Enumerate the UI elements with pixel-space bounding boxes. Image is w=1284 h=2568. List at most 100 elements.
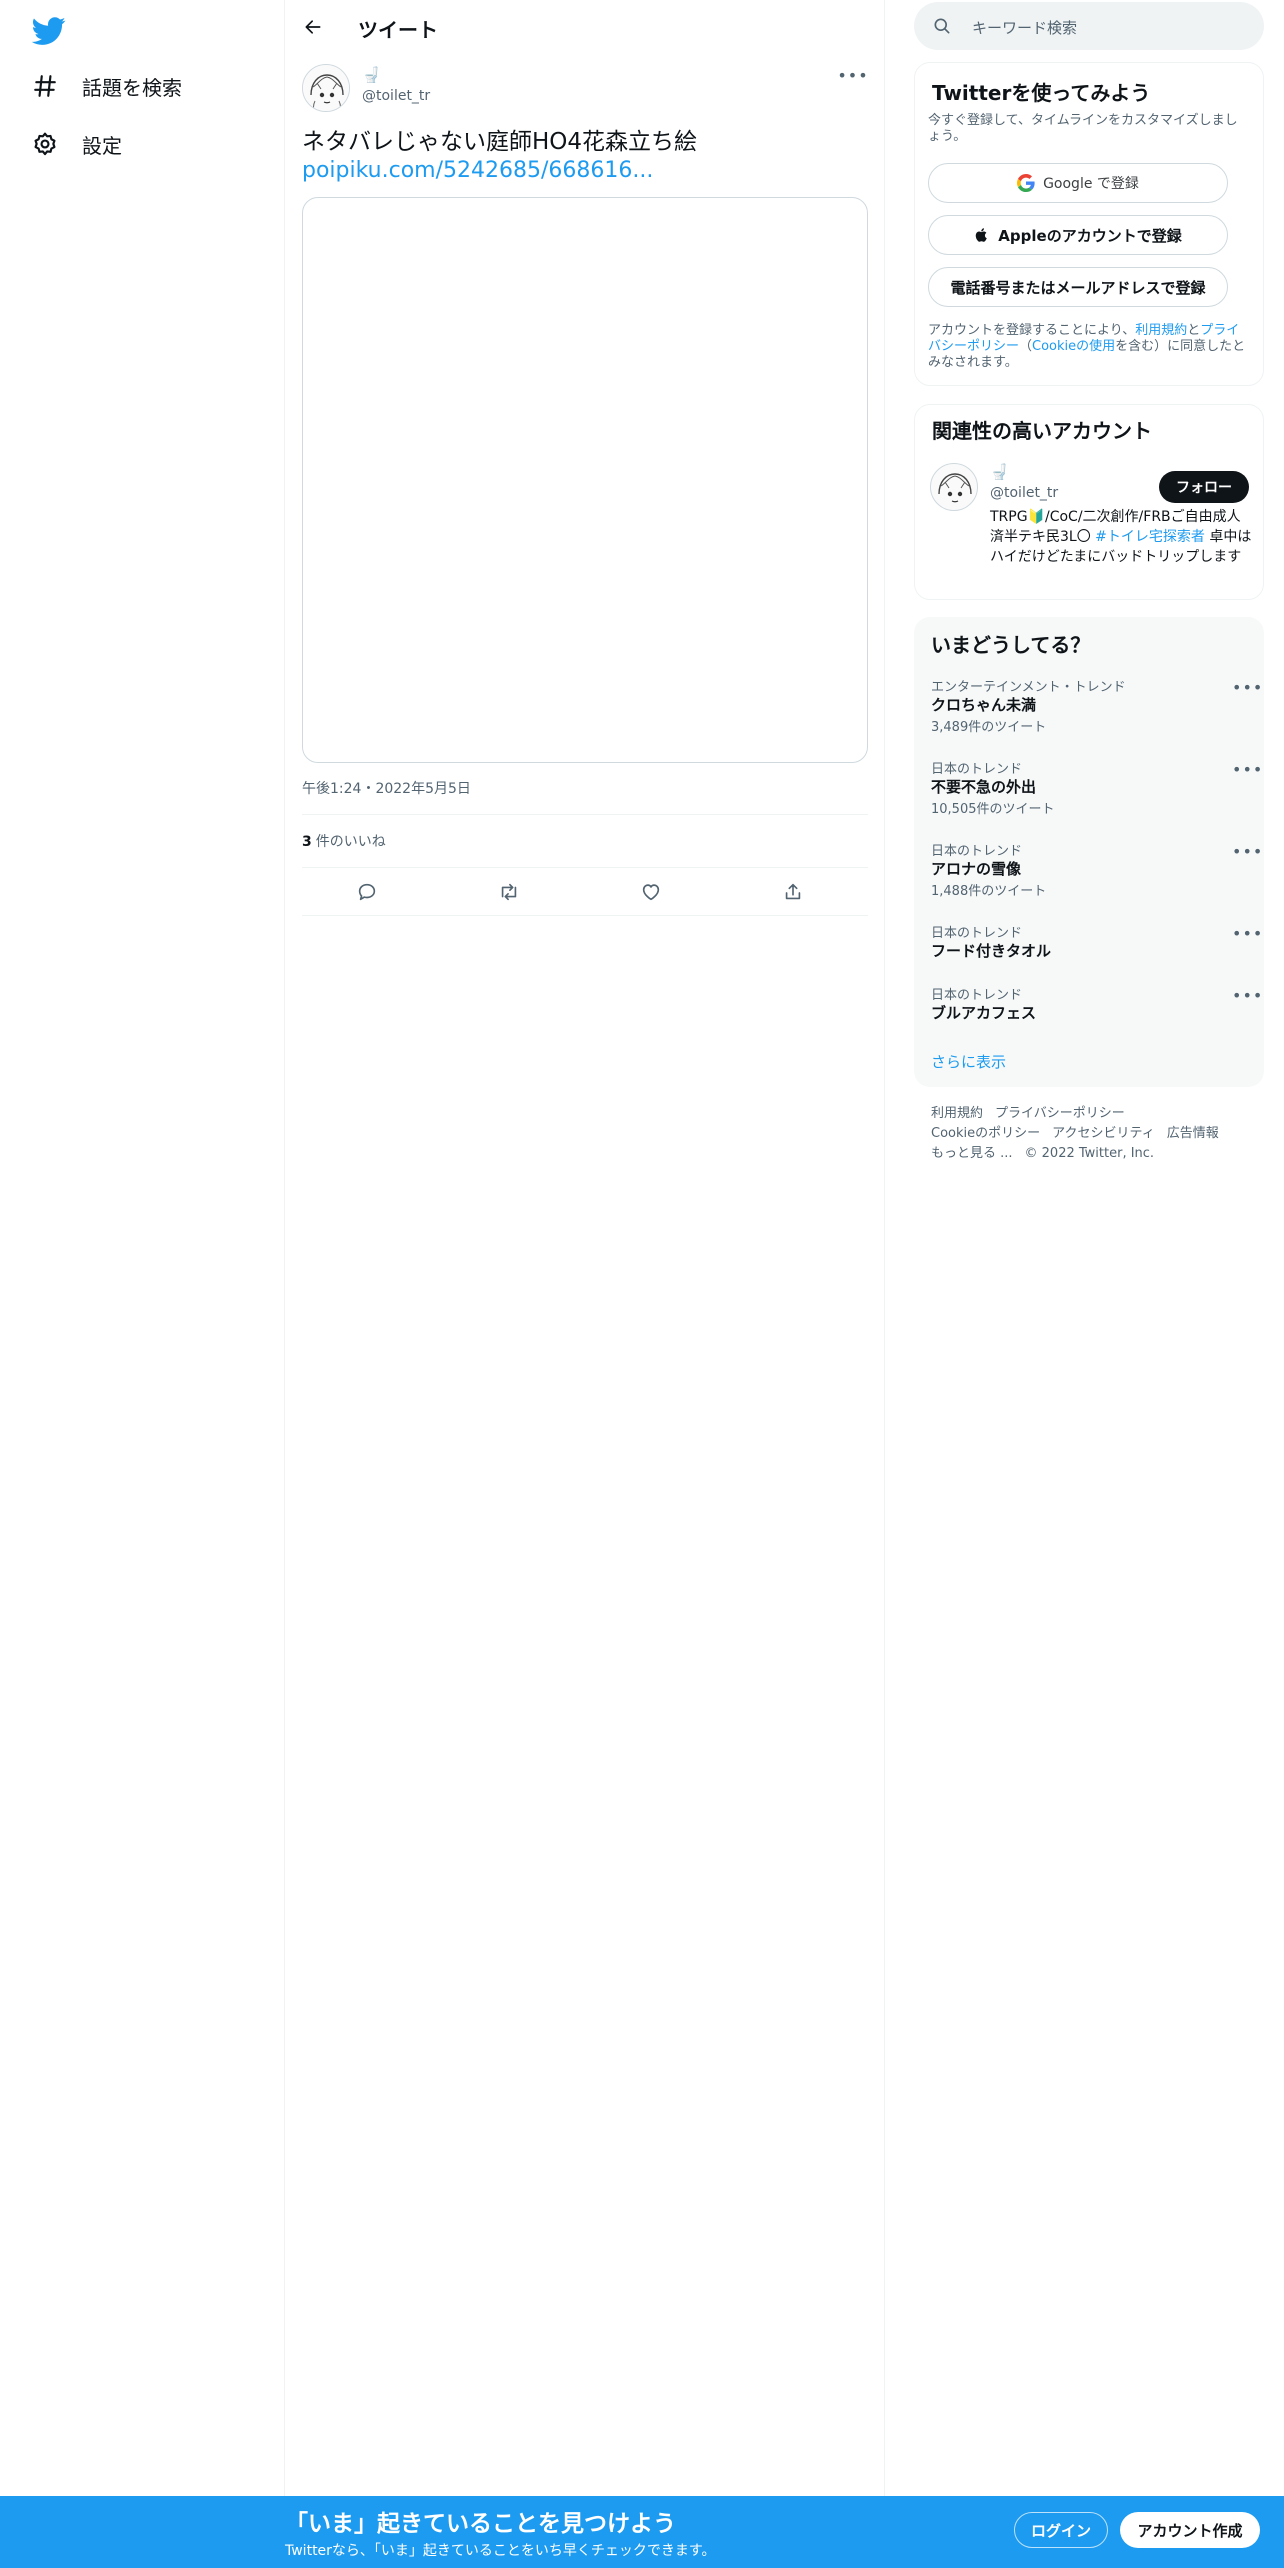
divider: [302, 867, 868, 868]
trend-more-icon[interactable]: •••: [1232, 842, 1263, 861]
related-bio: TRPG🔰/CoC/二次創作/FRBご自由成人済半テキ民3L〇 #トイレ宅探索者…: [990, 507, 1252, 567]
signup-card-title: Twitterを使ってみよう: [932, 81, 1151, 105]
avatar-illustration-icon: [938, 473, 972, 503]
hashtag-icon: [34, 75, 56, 97]
share-button[interactable]: [776, 876, 810, 908]
retweet-button[interactable]: [492, 876, 526, 908]
trend-item[interactable]: 日本のトレンド 不要不急の外出 10,505件のツイート •••: [914, 758, 1264, 828]
related-handle[interactable]: @toilet_tr: [990, 485, 1058, 501]
tweet-text: ネタバレじゃない庭師HO4花森立ち絵: [302, 129, 698, 155]
likes-count-row[interactable]: 3 件のいいね: [302, 831, 386, 851]
trend-name: フード付きタオル: [931, 942, 1052, 960]
gear-icon: [34, 132, 56, 156]
trend-category: 日本のトレンド: [931, 926, 1023, 941]
apple-logo-icon: [976, 228, 988, 242]
sidebar-footer: 利用規約 プライバシーポリシー Cookieのポリシー アクセシビリティ 広告情報 も…: [931, 1104, 1251, 1164]
related-card-title: 関連性の高いアカウント: [932, 419, 1152, 443]
follow-button[interactable]: フォロー: [1159, 471, 1249, 503]
retweet-icon: [501, 883, 517, 901]
trend-item[interactable]: 日本のトレンド アロナの雪像 1,488件のツイート •••: [914, 840, 1264, 910]
terms-and: と: [1187, 323, 1201, 338]
terms-link[interactable]: 利用規約: [1135, 323, 1187, 338]
reply-icon: [358, 883, 376, 901]
footer-accessibility-link[interactable]: アクセシビリティ: [1052, 1124, 1155, 1144]
left-nav: 話題を検索 設定: [0, 0, 285, 2496]
footer-more-link[interactable]: もっと見る ...: [931, 1144, 1013, 1164]
twitter-logo-icon[interactable]: [32, 14, 66, 48]
tweet-timestamp[interactable]: 午後1:24・2022年5月5日: [302, 778, 471, 798]
divider: [302, 814, 868, 815]
author-handle[interactable]: @toilet_tr: [362, 88, 430, 104]
nav-item-explore[interactable]: 話題を検索: [32, 66, 182, 106]
trend-count: 3,489件のツイート: [931, 720, 1047, 735]
bottom-signup-bar: 「いま」起きていることを見つけよう Twitterなら、「いま」起きていることを…: [0, 2496, 1284, 2568]
footer-cookies-link[interactable]: Cookieのポリシー: [931, 1124, 1040, 1144]
phone-email-signup-button[interactable]: 電話番号またはメールアドレスで登録: [928, 267, 1228, 307]
trend-category: エンターテインメント・トレンド: [931, 680, 1126, 695]
create-account-button[interactable]: アカウント作成: [1120, 2512, 1260, 2548]
search-input[interactable]: キーワード検索: [914, 2, 1264, 50]
cookie-link[interactable]: Cookieの使用: [1032, 339, 1115, 354]
reply-button[interactable]: [350, 876, 384, 908]
heart-icon: [642, 884, 660, 901]
phone-email-signup-label: 電話番号またはメールアドレスで登録: [950, 278, 1206, 297]
login-label: ログイン: [1030, 2521, 1091, 2540]
trend-more-icon[interactable]: •••: [1232, 924, 1263, 943]
terms-prefix: アカウントを登録することにより、: [928, 323, 1136, 338]
trend-name: 不要不急の外出: [931, 778, 1037, 796]
author-name[interactable]: 🚽: [362, 66, 381, 84]
signup-terms: アカウントを登録することにより、利用規約とプライバシーポリシー（Cookieの使…: [928, 323, 1250, 371]
more-options-button[interactable]: •••: [837, 66, 867, 85]
tweet-actions: [302, 876, 868, 908]
page-title: ツイート: [358, 18, 438, 42]
arrow-left-icon: [305, 20, 321, 34]
trend-more-icon[interactable]: •••: [1232, 760, 1263, 779]
trend-more-icon[interactable]: •••: [1232, 678, 1263, 697]
trend-item[interactable]: 日本のトレンド ブルアカフェス •••: [914, 984, 1264, 1034]
footer-privacy-link[interactable]: プライバシーポリシー: [995, 1104, 1125, 1124]
trend-name: クロちゃん未満: [931, 696, 1037, 714]
apple-signup-label: Appleのアカウントで登録: [998, 226, 1182, 245]
footer-copyright: © 2022 Twitter, Inc.: [1024, 1146, 1155, 1161]
related-name[interactable]: 🚽: [990, 463, 1009, 481]
show-more-link[interactable]: さらに表示: [931, 1051, 1006, 1072]
google-signup-button[interactable]: Google で登録: [928, 163, 1228, 203]
create-account-label: アカウント作成: [1137, 2521, 1243, 2540]
google-logo-icon: [1017, 174, 1035, 192]
terms-paren: （: [1019, 339, 1033, 354]
google-signup-label: Google で登録: [1043, 176, 1139, 192]
trend-item[interactable]: 日本のトレンド フード付きタオル •••: [914, 922, 1264, 972]
follow-label: フォロー: [1176, 480, 1232, 496]
trend-category: 日本のトレンド: [931, 988, 1023, 1003]
likes-label: 件のいいね: [315, 834, 386, 850]
link-card[interactable]: [302, 197, 868, 763]
apple-signup-button[interactable]: Appleのアカウントで登録: [928, 215, 1228, 255]
share-icon: [785, 883, 801, 900]
trend-more-icon[interactable]: •••: [1232, 986, 1263, 1005]
tweet-link[interactable]: poipiku.com/5242685/668616...: [302, 156, 653, 186]
more-icon: •••: [837, 65, 869, 85]
footer-ads-link[interactable]: 広告情報: [1167, 1124, 1219, 1144]
bottom-bar-subtitle: Twitterなら、「いま」起きていることをいち早くチェックできます。: [285, 2543, 716, 2559]
trend-count: 10,505件のツイート: [931, 802, 1055, 817]
back-button[interactable]: [299, 13, 327, 41]
signup-card: Twitterを使ってみよう 今すぐ登録して、タイムラインをカスタマイズしましょ…: [914, 62, 1264, 386]
related-bio-hashtag[interactable]: #トイレ宅探索者: [1095, 529, 1205, 545]
related-accounts-card: 関連性の高いアカウント 🚽 @toilet_tr フォロー TRPG🔰/CoC/…: [914, 404, 1264, 600]
trend-item[interactable]: エンターテインメント・トレンド クロちゃん未満 3,489件のツイート •••: [914, 676, 1264, 746]
related-avatar[interactable]: [930, 463, 978, 511]
nav-item-settings[interactable]: 設定: [32, 124, 122, 164]
tweet-header: ツイート: [285, 0, 885, 53]
trends-card-title: いまどうしてる？: [931, 633, 1091, 657]
trend-count: 1,488件のツイート: [931, 884, 1047, 899]
author-avatar[interactable]: [302, 64, 350, 112]
bottom-bar-title: 「いま」起きていることを見つけよう: [285, 2511, 676, 2537]
trend-name: ブルアカフェス: [931, 1004, 1037, 1022]
divider: [302, 915, 868, 916]
search-placeholder: キーワード検索: [972, 19, 1078, 37]
login-button[interactable]: ログイン: [1014, 2512, 1108, 2548]
signup-card-subtitle: 今すぐ登録して、タイムラインをカスタマイズしましょう。: [928, 113, 1238, 144]
footer-terms-link[interactable]: 利用規約: [931, 1104, 983, 1124]
main-column: ツイート 🚽 @toilet_tr ••• ネタバレじゃない庭師HO4花森立ち絵…: [285, 0, 885, 2496]
like-button[interactable]: [634, 876, 668, 908]
